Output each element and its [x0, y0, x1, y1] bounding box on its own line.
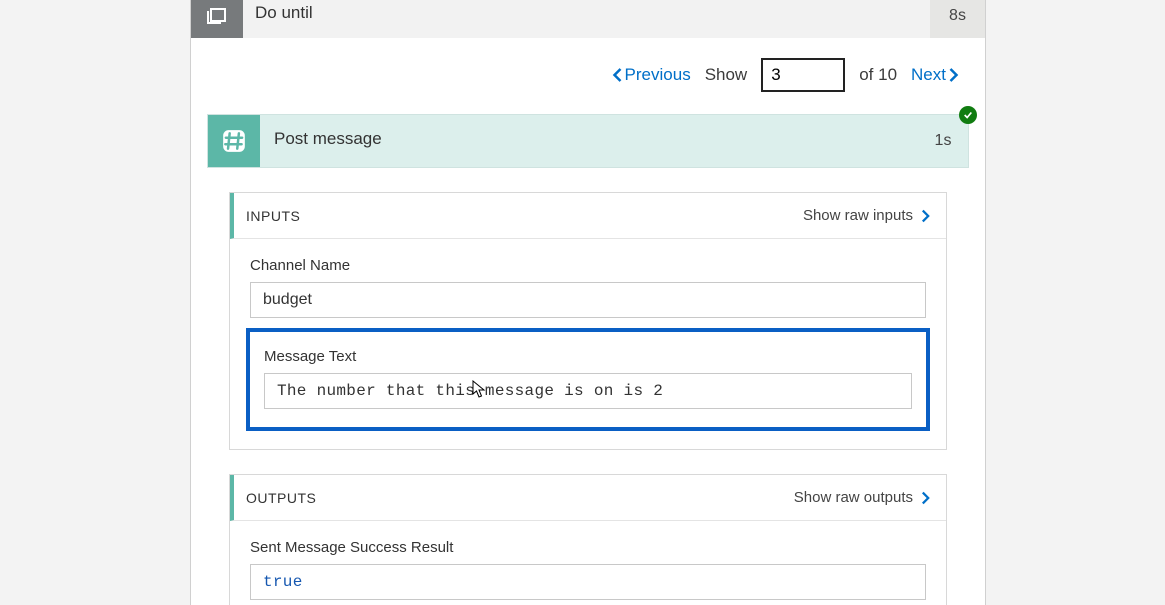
outputs-title: OUTPUTS [246, 490, 316, 506]
inputs-panel: INPUTS Show raw inputs Channel Name budg… [229, 192, 947, 450]
post-message-action: Post message 1s [207, 114, 969, 168]
post-message-header[interactable]: Post message 1s [207, 114, 969, 168]
post-message-title: Post message [260, 115, 918, 167]
do-until-duration: 8s [930, 0, 985, 38]
previous-button[interactable]: Previous [612, 65, 691, 85]
hash-icon [208, 115, 260, 167]
next-button[interactable]: Next [911, 65, 959, 85]
post-message-duration: 1s [918, 115, 968, 167]
show-raw-inputs-link[interactable]: Show raw inputs [803, 207, 930, 224]
previous-label: Previous [625, 65, 691, 85]
inputs-title: INPUTS [246, 208, 300, 224]
channel-name-label: Channel Name [250, 257, 926, 274]
chevron-right-icon [921, 491, 930, 505]
do-until-card: Do until 8s Previous Show of 10 Next [190, 0, 986, 605]
do-until-title: Do until [243, 0, 930, 38]
outputs-panel: OUTPUTS Show raw outputs Sent Message Su… [229, 474, 947, 605]
show-raw-outputs-link[interactable]: Show raw outputs [794, 489, 930, 506]
chevron-right-icon [921, 209, 930, 223]
show-raw-outputs-label: Show raw outputs [794, 489, 913, 506]
success-badge-icon [959, 106, 977, 124]
message-text-value: The number that this message is on is 2 [264, 373, 912, 409]
next-label: Next [911, 65, 946, 85]
iteration-pager: Previous Show of 10 Next [191, 38, 985, 106]
do-until-icon [191, 0, 243, 38]
sent-success-label: Sent Message Success Result [250, 539, 926, 556]
do-until-header[interactable]: Do until 8s [191, 0, 985, 38]
iteration-total: of 10 [859, 65, 897, 85]
iteration-input[interactable] [761, 58, 845, 92]
show-raw-inputs-label: Show raw inputs [803, 207, 913, 224]
show-label: Show [705, 65, 748, 85]
sent-success-value: true [250, 564, 926, 600]
message-text-label: Message Text [264, 348, 912, 365]
channel-name-value: budget [250, 282, 926, 318]
message-text-highlight: Message Text The number that this messag… [246, 328, 930, 431]
